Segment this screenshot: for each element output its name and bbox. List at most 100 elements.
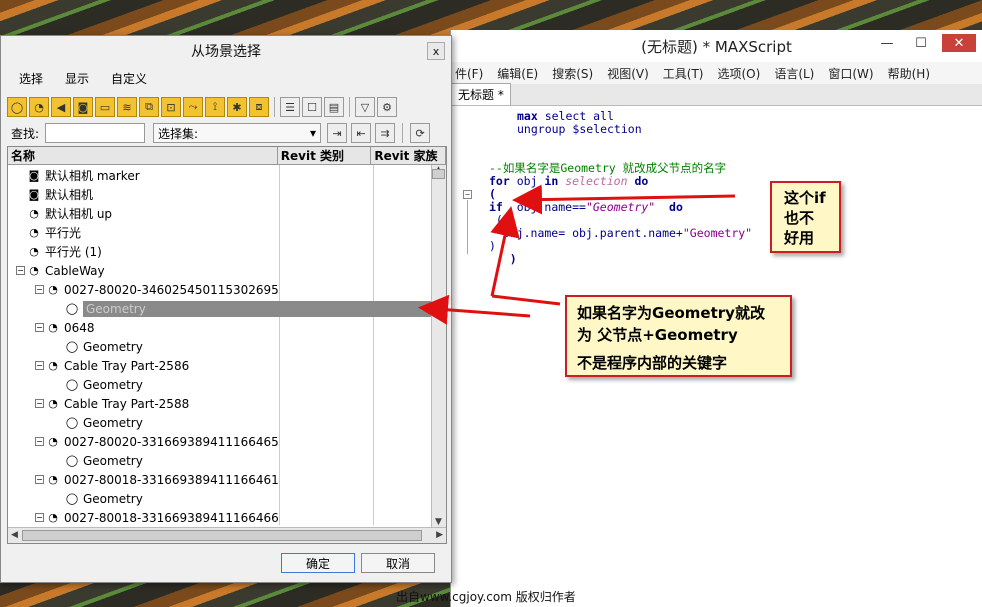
menu-edit[interactable]: 编辑(E) xyxy=(497,65,538,82)
tree-row[interactable]: ◔ 默认相机 up xyxy=(16,204,112,223)
filter-toolbar: ◯ ◔ ◀ ◙ ▭ ≋ ⧉ ⊡ ⤳ ⟟ ✱ ⧈ ☰ ☐ ▤ ▽ ⚙ xyxy=(7,94,397,120)
tree-row-label: Geometry xyxy=(83,339,143,354)
light-icon: ◔ xyxy=(48,397,58,410)
select-all-icon[interactable]: ☰ xyxy=(280,97,300,117)
tree-row-label: Cable Tray Part-2586 xyxy=(64,358,190,373)
tree-row[interactable]: ◯ Geometry xyxy=(54,489,143,508)
tree-row-label: Geometry xyxy=(83,300,433,317)
cancel-button[interactable]: 取消 xyxy=(361,553,435,573)
light-filter-icon[interactable]: ◀ xyxy=(51,97,71,117)
minimize-button[interactable]: — xyxy=(874,34,900,52)
camera-filter-icon[interactable]: ◙ xyxy=(73,97,93,117)
vertical-scroll-thumb[interactable] xyxy=(432,169,445,179)
geometry-filter-icon[interactable]: ◯ xyxy=(7,97,27,117)
column-header-name[interactable]: 名称 xyxy=(8,147,278,164)
column-header-revit-category[interactable]: Revit 类别 xyxy=(278,147,372,164)
expand-toggle-icon[interactable]: − xyxy=(16,266,25,275)
tree-row[interactable]: − ◔ 0648 xyxy=(35,318,95,337)
shape-filter-icon[interactable]: ◔ xyxy=(29,97,49,117)
menu-search[interactable]: 搜索(S) xyxy=(552,65,593,82)
expand-toggle-icon[interactable]: − xyxy=(35,475,44,484)
tree-row[interactable]: ◯ Geometry xyxy=(54,413,143,432)
scroll-left-icon[interactable]: ◀ xyxy=(11,530,18,540)
menu-help[interactable]: 帮助(H) xyxy=(888,65,930,82)
light-icon: ◔ xyxy=(29,207,39,220)
column-header-row: 名称 Revit 类别 Revit 家族 xyxy=(8,147,446,165)
tree-row[interactable]: ◯ Geometry xyxy=(54,375,143,394)
xref-filter-icon[interactable]: ⊡ xyxy=(161,97,181,117)
tree-row-label: 0027-80020-331669389411166465 xyxy=(64,434,279,449)
tree-row[interactable]: ◯ Geometry xyxy=(54,451,143,470)
menu-tools[interactable]: 工具(T) xyxy=(663,65,704,82)
frozen-filter-icon[interactable]: ✱ xyxy=(227,97,247,117)
maxscript-menubar: 件(F) 编辑(E) 搜索(S) 视图(V) 工具(T) 选项(O) 语言(L)… xyxy=(451,62,982,84)
ok-button[interactable]: 确定 xyxy=(281,553,355,573)
callout-text: 好用 xyxy=(784,229,815,247)
tree-row[interactable]: − ◔ 0027-80018-331669389411166466 xyxy=(35,508,279,527)
menu-language[interactable]: 语言(L) xyxy=(774,65,814,82)
tree-row[interactable]: − ◔ Cable Tray Part-2588 xyxy=(35,394,189,413)
tree-row[interactable]: ◯ Geometry xyxy=(54,299,433,318)
column-header-revit-family[interactable]: Revit 家族 xyxy=(371,147,446,164)
menu-view[interactable]: 视图(V) xyxy=(607,65,649,82)
filter-settings-icon[interactable]: ⚙ xyxy=(377,97,397,117)
menu-customize[interactable]: 自定义 xyxy=(111,70,147,87)
tree-row-label: Cable Tray Part-2588 xyxy=(64,396,190,411)
maximize-button[interactable]: ☐ xyxy=(908,34,934,52)
tree-row[interactable]: ◔ 平行光 (1) xyxy=(16,242,102,261)
tree-row[interactable]: ◯ Geometry xyxy=(54,337,143,356)
tree-row-label: Geometry xyxy=(83,415,143,430)
expand-toggle-icon[interactable]: − xyxy=(35,323,44,332)
tree-row[interactable]: − ◔ 0027-80020-346025450115302695 xyxy=(35,280,279,299)
light-icon: ◔ xyxy=(48,473,58,486)
light-icon: ◔ xyxy=(48,321,58,334)
tree-row[interactable]: − ◔ CableWay xyxy=(16,261,105,280)
menu-window[interactable]: 窗口(W) xyxy=(828,65,873,82)
select-influences-icon[interactable]: ⇉ xyxy=(375,123,396,143)
select-dependents-icon[interactable]: ⇤ xyxy=(351,123,372,143)
menu-options[interactable]: 选项(O) xyxy=(718,65,761,82)
close-button[interactable]: ✕ xyxy=(942,34,976,52)
scroll-right-icon[interactable]: ▶ xyxy=(436,530,443,540)
sync-selection-icon[interactable]: ⟳ xyxy=(410,123,431,143)
selection-set-dropdown[interactable]: 选择集: ▾ xyxy=(153,123,322,143)
fold-toggle[interactable]: − xyxy=(463,190,472,199)
tab-untitled[interactable]: 无标题 * xyxy=(451,83,511,105)
expand-toggle-icon[interactable]: − xyxy=(35,437,44,446)
tree-row[interactable]: ◔ 平行光 xyxy=(16,223,81,242)
tree-row-label: 默认相机 marker xyxy=(45,169,140,183)
horizontal-scrollbar[interactable]: ◀ ▶ xyxy=(8,527,446,543)
sphere-icon: ◯ xyxy=(65,302,79,315)
tree-row[interactable]: ◙ 默认相机 marker xyxy=(16,166,140,185)
expand-toggle-icon[interactable]: − xyxy=(35,513,44,522)
tree-row-label: Geometry xyxy=(83,377,143,392)
group-filter-icon[interactable]: ⧉ xyxy=(139,97,159,117)
menu-file[interactable]: 件(F) xyxy=(455,65,483,82)
find-input[interactable] xyxy=(45,123,146,143)
bone-filter-icon[interactable]: ⤳ xyxy=(183,97,203,117)
scroll-down-icon[interactable]: ▼ xyxy=(435,517,442,527)
tree-row[interactable]: − ◔ 0027-80018-331669389411166461 xyxy=(35,470,279,489)
menu-display[interactable]: 显示 xyxy=(65,70,89,87)
select-none-icon[interactable]: ☐ xyxy=(302,97,322,117)
dialog-close-button[interactable]: x xyxy=(427,42,445,60)
helper-filter-icon[interactable]: ▭ xyxy=(95,97,115,117)
horizontal-scroll-thumb[interactable] xyxy=(22,530,422,541)
hidden-filter-icon[interactable]: ⧈ xyxy=(249,97,269,117)
scene-explorer-list[interactable]: 名称 Revit 类别 Revit 家族 ◙ 默认相机 marker ◙ 默认相机 ◔ 默… xyxy=(7,146,447,544)
select-children-icon[interactable]: ⇥ xyxy=(327,123,348,143)
tree-row[interactable]: − ◔ 0027-80020-331669389411166465 xyxy=(35,432,279,451)
tree-row-label: CableWay xyxy=(45,263,105,278)
filter-icon[interactable]: ▽ xyxy=(355,97,375,117)
expand-toggle-icon[interactable]: − xyxy=(35,399,44,408)
spacewarp-filter-icon[interactable]: ≋ xyxy=(117,97,137,117)
dialog-menubar: 选择 显示 自定义 xyxy=(1,66,451,90)
tree-row[interactable]: − ◔ Cable Tray Part-2586 xyxy=(35,356,189,375)
select-invert-icon[interactable]: ▤ xyxy=(324,97,344,117)
vertical-scrollbar[interactable]: ▲ ▼ xyxy=(431,165,446,527)
menu-select[interactable]: 选择 xyxy=(19,70,43,87)
container-filter-icon[interactable]: ⟟ xyxy=(205,97,225,117)
tree-row[interactable]: ◙ 默认相机 xyxy=(16,185,93,204)
expand-toggle-icon[interactable]: − xyxy=(35,361,44,370)
expand-toggle-icon[interactable]: − xyxy=(35,285,44,294)
